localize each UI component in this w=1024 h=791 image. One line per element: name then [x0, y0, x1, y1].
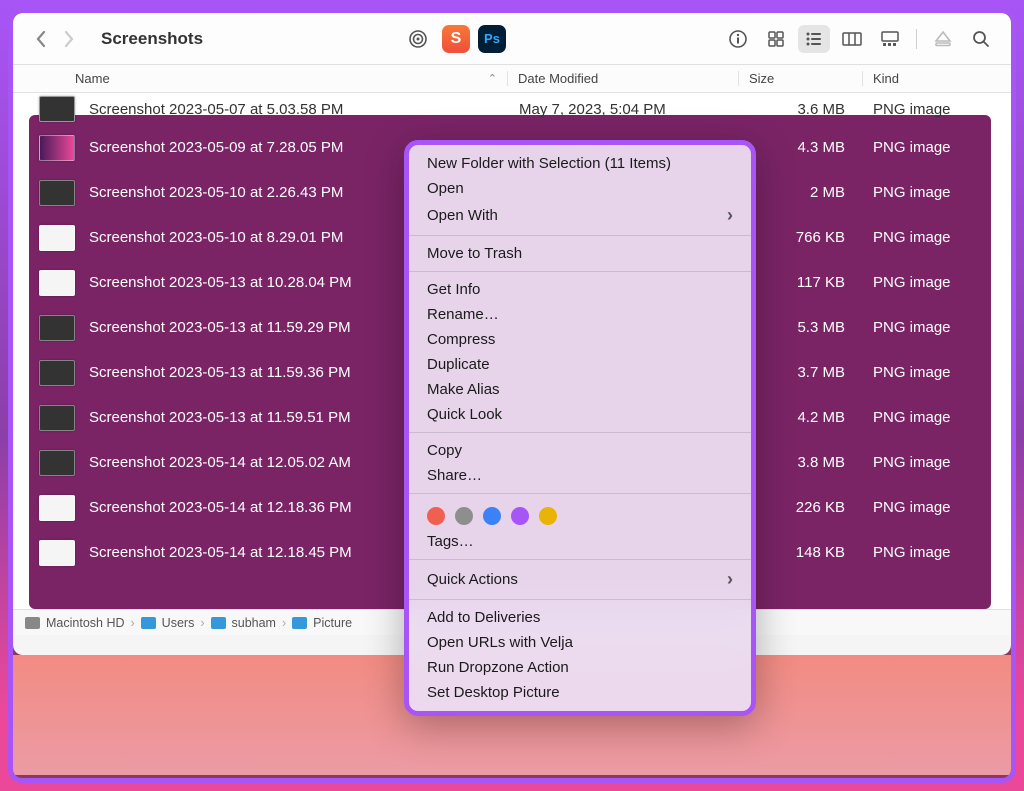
back-button[interactable] — [27, 25, 55, 53]
tag-color[interactable] — [455, 507, 473, 525]
context-menu-item[interactable]: Open — [409, 176, 751, 201]
file-thumbnail — [39, 450, 75, 476]
context-menu-item[interactable]: Tags… — [409, 529, 751, 554]
file-size: 766 KB — [739, 229, 863, 246]
tag-color[interactable] — [427, 507, 445, 525]
file-kind: PNG image — [863, 364, 985, 381]
chevron-right-icon: › — [727, 569, 733, 590]
context-menu-item[interactable]: Get Info — [409, 277, 751, 302]
search-icon[interactable] — [965, 25, 997, 53]
tag-color[interactable] — [539, 507, 557, 525]
path-segment[interactable]: subham — [232, 616, 276, 630]
forward-button[interactable] — [55, 25, 83, 53]
path-segment[interactable]: Users — [162, 616, 195, 630]
context-menu-item[interactable]: Make Alias — [409, 377, 751, 402]
info-icon[interactable] — [722, 25, 754, 53]
tag-color[interactable] — [511, 507, 529, 525]
file-kind: PNG image — [863, 409, 985, 426]
context-menu-item[interactable]: Copy — [409, 438, 751, 463]
file-size: 226 KB — [739, 499, 863, 516]
window-title: Screenshots — [101, 29, 203, 49]
path-segment[interactable]: Macintosh HD — [46, 616, 125, 630]
app-icon-s[interactable]: S — [442, 25, 470, 53]
path-segment[interactable]: Picture — [313, 616, 352, 630]
eject-icon[interactable] — [927, 25, 959, 53]
context-menu-item[interactable]: Set Desktop Picture — [409, 680, 751, 705]
file-size: 2 MB — [739, 184, 863, 201]
file-kind: PNG image — [863, 319, 985, 336]
file-date: May 7, 2023, 5:04 PM — [509, 101, 739, 118]
column-header-name[interactable]: Name⌃ — [13, 71, 507, 86]
file-kind: PNG image — [863, 184, 985, 201]
airdrop-icon[interactable] — [402, 25, 434, 53]
file-thumbnail — [39, 540, 75, 566]
file-thumbnail — [39, 270, 75, 296]
file-kind: PNG image — [863, 499, 985, 516]
file-size: 3.8 MB — [739, 454, 863, 471]
file-thumbnail — [39, 180, 75, 206]
file-row[interactable]: Screenshot 2023-05-07 at 5.03.58 PM May … — [13, 93, 1011, 125]
sort-indicator-icon: ⌃ — [488, 72, 497, 85]
file-thumbnail — [39, 96, 75, 122]
app-icon-photoshop[interactable]: Ps — [478, 25, 506, 53]
context-menu-item[interactable]: Quick Look — [409, 402, 751, 427]
view-list-button[interactable] — [798, 25, 830, 53]
folder-icon — [141, 617, 156, 629]
disk-icon — [25, 617, 40, 629]
file-kind: PNG image — [863, 454, 985, 471]
file-size: 4.3 MB — [739, 139, 863, 156]
file-name: Screenshot 2023-05-07 at 5.03.58 PM — [89, 101, 509, 118]
file-thumbnail — [39, 360, 75, 386]
file-thumbnail — [39, 135, 75, 161]
tag-color[interactable] — [483, 507, 501, 525]
file-kind: PNG image — [863, 229, 985, 246]
column-header-kind[interactable]: Kind — [862, 71, 1011, 86]
file-kind: PNG image — [863, 544, 985, 561]
file-kind: PNG image — [863, 274, 985, 291]
context-menu-item[interactable]: Run Dropzone Action — [409, 655, 751, 680]
context-menu-item[interactable]: Open URLs with Velja — [409, 630, 751, 655]
file-thumbnail — [39, 405, 75, 431]
context-menu-item[interactable]: Compress — [409, 327, 751, 352]
file-size: 3.7 MB — [739, 364, 863, 381]
context-menu: New Folder with Selection (11 Items)Open… — [404, 140, 756, 716]
view-icons-button[interactable] — [760, 25, 792, 53]
file-kind: PNG image — [863, 139, 985, 156]
context-menu-item[interactable]: Share… — [409, 463, 751, 488]
chevron-right-icon: › — [727, 205, 733, 226]
column-header-size[interactable]: Size — [738, 71, 862, 86]
folder-icon — [292, 617, 307, 629]
toolbar: Screenshots S Ps — [13, 13, 1011, 65]
file-thumbnail — [39, 225, 75, 251]
file-kind: PNG image — [863, 101, 985, 118]
file-size: 4.2 MB — [739, 409, 863, 426]
file-thumbnail — [39, 315, 75, 341]
context-menu-item[interactable]: Open With› — [409, 201, 751, 230]
context-menu-item[interactable]: New Folder with Selection (11 Items) — [409, 151, 751, 176]
column-header-row: Name⌃ Date Modified Size Kind — [13, 65, 1011, 93]
file-size: 148 KB — [739, 544, 863, 561]
folder-icon — [211, 617, 226, 629]
tags-row — [409, 499, 751, 529]
file-size: 3.6 MB — [739, 101, 863, 118]
file-thumbnail — [39, 495, 75, 521]
context-menu-item[interactable]: Quick Actions› — [409, 565, 751, 594]
context-menu-item[interactable]: Add to Deliveries — [409, 605, 751, 630]
context-menu-item[interactable]: Move to Trash — [409, 241, 751, 266]
column-header-date[interactable]: Date Modified — [507, 71, 738, 86]
context-menu-item[interactable]: Duplicate — [409, 352, 751, 377]
view-gallery-button[interactable] — [874, 25, 906, 53]
context-menu-item[interactable]: Rename… — [409, 302, 751, 327]
file-size: 117 KB — [739, 274, 863, 291]
view-columns-button[interactable] — [836, 25, 868, 53]
file-size: 5.3 MB — [739, 319, 863, 336]
